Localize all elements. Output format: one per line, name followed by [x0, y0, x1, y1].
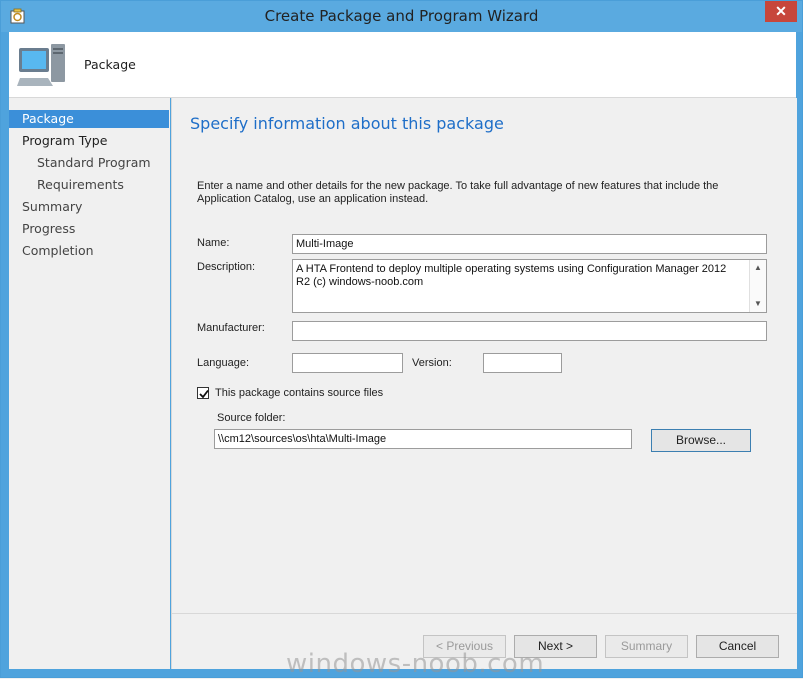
source-files-checkbox[interactable] — [197, 387, 209, 399]
version-label: Version: — [412, 357, 452, 369]
description-field[interactable]: A HTA Frontend to deploy multiple operat… — [292, 259, 767, 313]
computer-icon — [17, 44, 65, 86]
description-label: Description: — [197, 261, 256, 273]
source-files-checkbox-label[interactable]: This package contains source files — [215, 387, 383, 399]
step-progress[interactable]: Progress — [9, 220, 169, 238]
source-folder-label: Source folder: — [217, 412, 286, 424]
footer-divider — [172, 613, 797, 614]
wizard-steps-sidebar: Package Program Type Standard Program Re… — [9, 98, 170, 669]
page-title: Specify information about this package — [190, 114, 504, 133]
name-field[interactable]: Multi-Image — [292, 234, 767, 254]
description-scrollbar[interactable]: ▲ ▼ — [749, 260, 766, 312]
scroll-down-icon[interactable]: ▼ — [750, 296, 766, 312]
description-text: A HTA Frontend to deploy multiple operat… — [296, 263, 727, 288]
language-field[interactable] — [292, 353, 403, 373]
language-label: Language: — [197, 357, 249, 369]
name-label: Name: — [197, 237, 230, 249]
step-completion[interactable]: Completion — [9, 242, 169, 260]
wizard-window: Create Package and Program Wizard ✕ Pack… — [0, 0, 803, 679]
step-requirements[interactable]: Requirements — [9, 176, 169, 194]
step-program-type[interactable]: Program Type — [9, 132, 169, 150]
source-folder-field[interactable]: \\cm12\sources\os\hta\Multi-Image — [214, 429, 632, 449]
wizard-content: Specify information about this package E… — [171, 98, 797, 669]
version-field[interactable] — [483, 353, 562, 373]
close-icon: ✕ — [775, 3, 787, 19]
step-package[interactable]: Package — [9, 110, 169, 128]
close-button[interactable]: ✕ — [765, 1, 797, 22]
browse-button[interactable]: Browse... — [651, 429, 751, 452]
manufacturer-field[interactable] — [292, 321, 767, 341]
step-summary[interactable]: Summary — [9, 198, 169, 216]
manufacturer-label: Manufacturer: — [197, 322, 265, 334]
title-bar[interactable]: Create Package and Program Wizard ✕ — [1, 1, 802, 32]
scroll-up-icon[interactable]: ▲ — [750, 260, 766, 276]
header-title: Package — [84, 57, 136, 72]
cancel-button[interactable]: Cancel — [696, 635, 779, 658]
intro-text: Enter a name and other details for the n… — [197, 180, 719, 205]
wizard-header: Package — [9, 32, 796, 98]
step-standard-program[interactable]: Standard Program — [9, 154, 169, 172]
checkmark-icon — [199, 389, 209, 399]
watermark: windows-noob.com — [286, 649, 545, 679]
window-title: Create Package and Program Wizard — [264, 7, 539, 25]
summary-button[interactable]: Summary — [605, 635, 688, 658]
